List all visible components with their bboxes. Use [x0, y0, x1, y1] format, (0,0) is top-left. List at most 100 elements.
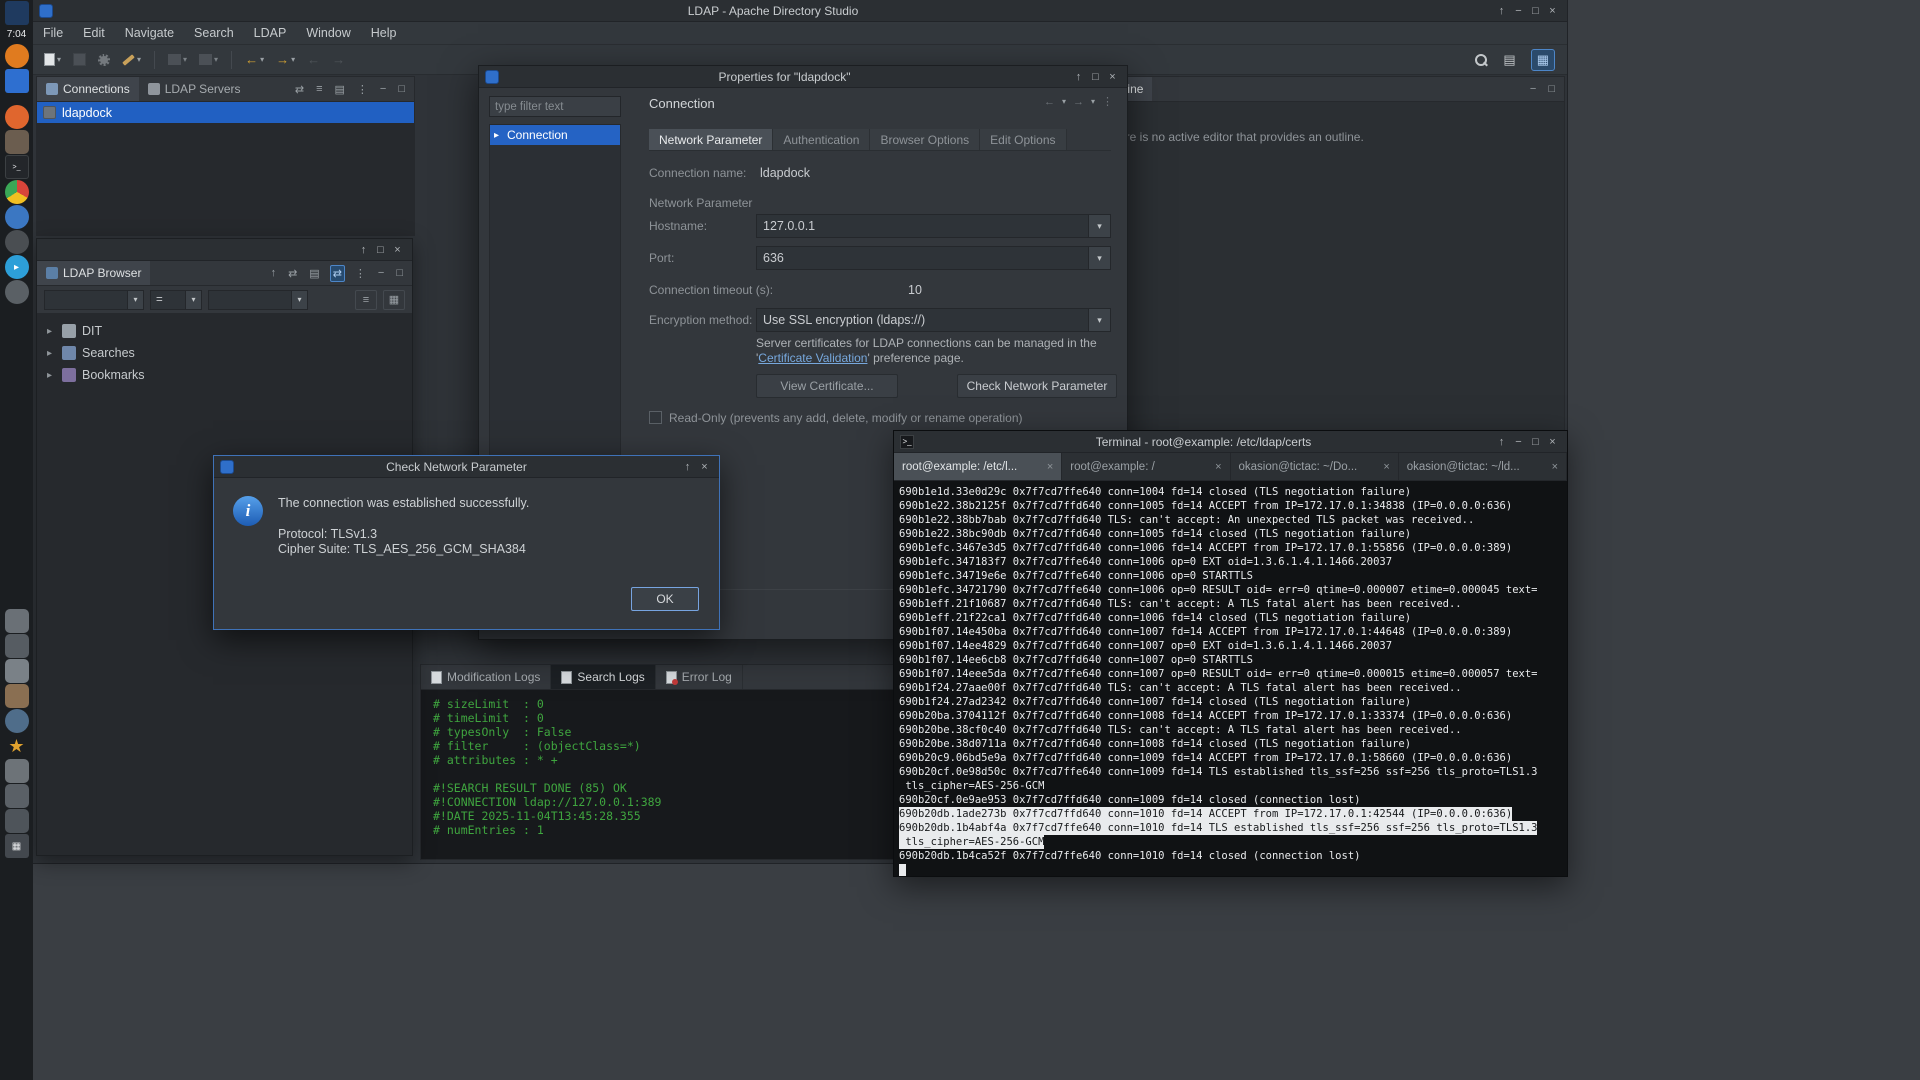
timeout-value[interactable]: 10 [908, 278, 922, 302]
forward-button[interactable]: →▾ [273, 50, 298, 69]
view-minimize-icon[interactable]: − [1528, 82, 1538, 96]
dropdown-icon[interactable]: ▾ [1091, 97, 1095, 106]
terminal-tab-4[interactable]: okasion@tictac: ~/ld... × [1399, 453, 1567, 480]
edit-entry-button[interactable]: ▾ [119, 53, 144, 66]
dropdown-icon[interactable]: ▾ [260, 55, 264, 64]
tab-close-icon[interactable]: × [1383, 461, 1389, 473]
dropdown-icon[interactable]: ▾ [1062, 97, 1066, 106]
menu-item[interactable]: Navigate [115, 23, 184, 43]
terminal-tab-1[interactable]: root@example: /etc/l... × [894, 453, 1062, 480]
back-button[interactable]: ←▾ [242, 50, 267, 69]
maximize-icon[interactable]: □ [1087, 71, 1104, 83]
filter-operator-combo[interactable]: = ▾ [150, 290, 202, 310]
import-button[interactable]: ▾ [165, 52, 190, 67]
app-menu-icon[interactable] [5, 1, 29, 25]
connect-icon[interactable]: ⇄ [293, 82, 306, 97]
tab-modification-logs[interactable]: Modification Logs [421, 665, 551, 689]
nav-forward-icon[interactable]: → [1073, 96, 1084, 108]
terminal-output[interactable]: 690b1e1d.33e0d29c 0x7f7cd7ffe640 conn=10… [899, 485, 1562, 863]
prev-entry-button[interactable]: ← [304, 50, 323, 69]
view-minimize-icon[interactable]: − [378, 82, 388, 96]
check-dialog-titlebar[interactable]: Check Network Parameter ↑ × [214, 456, 719, 478]
telegram-icon[interactable]: ▸ [5, 255, 29, 279]
mail-icon[interactable] [5, 130, 29, 154]
nav-item-connection[interactable]: ▸ Connection [490, 125, 620, 145]
view-menu-icon[interactable]: ⋮ [1102, 95, 1113, 108]
clipboard-icon[interactable] [5, 659, 29, 683]
terminal-launcher-icon[interactable]: >_ [5, 155, 29, 179]
search-icon[interactable] [1474, 53, 1488, 67]
dropdown-icon[interactable]: ▾ [57, 55, 61, 64]
workspace-icon[interactable] [5, 69, 29, 93]
minimize-icon[interactable]: − [1510, 5, 1527, 17]
view-maximize-icon[interactable]: □ [396, 82, 407, 96]
view-menu-icon[interactable]: ⋮ [355, 82, 370, 97]
firefox-icon[interactable] [5, 105, 29, 129]
close-icon[interactable]: × [1104, 71, 1121, 83]
tree-item-searches[interactable]: ▸ Searches [37, 342, 412, 364]
tab-error-log[interactable]: Error Log [656, 665, 743, 689]
encryption-combo[interactable]: Use SSL encryption (ldaps://) ▾ [756, 308, 1111, 332]
connection-name-value[interactable]: ldapdock [760, 161, 810, 185]
tab-close-icon[interactable]: × [1047, 461, 1053, 473]
refresh-icon[interactable]: ⇄ [286, 266, 299, 281]
terminal-content[interactable]: 690b1e1d.33e0d29c 0x7f7cd7ffe640 conn=10… [894, 482, 1567, 876]
collapse-all-icon[interactable]: ▤ [333, 82, 347, 97]
shade-icon[interactable]: ↑ [1493, 436, 1510, 448]
tab-edit-options[interactable]: Edit Options [980, 129, 1066, 150]
tab-close-icon[interactable]: × [1215, 461, 1221, 473]
display-icon[interactable] [5, 634, 29, 658]
quick-filter-icon[interactable]: ▦ [383, 290, 405, 310]
dropdown-icon[interactable]: ▾ [291, 55, 295, 64]
shade-icon[interactable]: ↑ [355, 244, 372, 256]
power-manager-icon[interactable] [5, 44, 29, 68]
filter-icon[interactable]: ≡ [314, 82, 324, 96]
tab-network-parameter[interactable]: Network Parameter [649, 129, 773, 150]
chevron-down-icon[interactable]: ▾ [291, 291, 307, 309]
view-certificate-button[interactable]: View Certificate... [756, 374, 898, 398]
tab-close-icon[interactable]: × [1552, 461, 1558, 473]
tab-connections[interactable]: Connections [37, 77, 139, 101]
filter-input[interactable] [489, 96, 621, 117]
tray-icon[interactable] [5, 809, 29, 833]
paint-roller-icon[interactable] [5, 684, 29, 708]
shade-icon[interactable]: ↑ [1070, 71, 1087, 83]
save-button[interactable] [70, 51, 89, 68]
collapse-all-icon[interactable]: ▤ [307, 266, 321, 281]
magnifier-icon[interactable] [5, 709, 29, 733]
expander-icon[interactable]: ▸ [47, 348, 56, 359]
settings-button[interactable] [95, 52, 113, 68]
expander-icon[interactable]: ▸ [47, 326, 56, 337]
maximize-icon[interactable]: □ [1527, 5, 1544, 17]
export-button[interactable]: ▾ [196, 52, 221, 67]
terminal-titlebar[interactable]: >_ Terminal - root@example: /etc/ldap/ce… [894, 431, 1567, 453]
maximize-icon[interactable]: □ [372, 244, 389, 256]
main-titlebar[interactable]: LDAP - Apache Directory Studio ↑ − □ × [33, 0, 1567, 22]
certificate-validation-link[interactable]: Certificate Validation [758, 351, 867, 365]
shade-icon[interactable]: ↑ [679, 461, 696, 473]
up-level-icon[interactable]: ↑ [269, 266, 279, 280]
tab-ldap-servers[interactable]: LDAP Servers [139, 77, 250, 101]
tab-authentication[interactable]: Authentication [773, 129, 870, 150]
tree-item-dit[interactable]: ▸ DIT [37, 320, 412, 342]
close-icon[interactable]: × [1544, 5, 1561, 17]
chevron-down-icon[interactable]: ▾ [1088, 215, 1110, 237]
volume-icon[interactable] [5, 609, 29, 633]
link-with-editor-icon[interactable]: ⇄ [330, 265, 345, 282]
chrome-icon[interactable] [5, 180, 29, 204]
expander-icon[interactable]: ▸ [494, 130, 503, 141]
tree-item-bookmarks[interactable]: ▸ Bookmarks [37, 364, 412, 386]
menu-item[interactable]: Help [361, 23, 407, 43]
chevron-down-icon[interactable]: ▾ [185, 291, 201, 309]
readonly-checkbox[interactable] [649, 411, 662, 424]
view-maximize-icon[interactable]: □ [1546, 82, 1557, 96]
tools-icon[interactable] [5, 205, 29, 229]
view-maximize-icon[interactable]: □ [394, 266, 405, 280]
close-icon[interactable]: × [1544, 436, 1561, 448]
browser-titlebar[interactable]: ↑ □ × [37, 239, 412, 261]
menu-item[interactable]: LDAP [244, 23, 297, 43]
exp ander-icon[interactable]: ▸ [47, 370, 56, 381]
chevron-down-icon[interactable]: ▾ [1088, 247, 1110, 269]
check-network-parameter-button[interactable]: Check Network Parameter [957, 374, 1117, 398]
shade-icon[interactable]: ↑ [1493, 5, 1510, 17]
